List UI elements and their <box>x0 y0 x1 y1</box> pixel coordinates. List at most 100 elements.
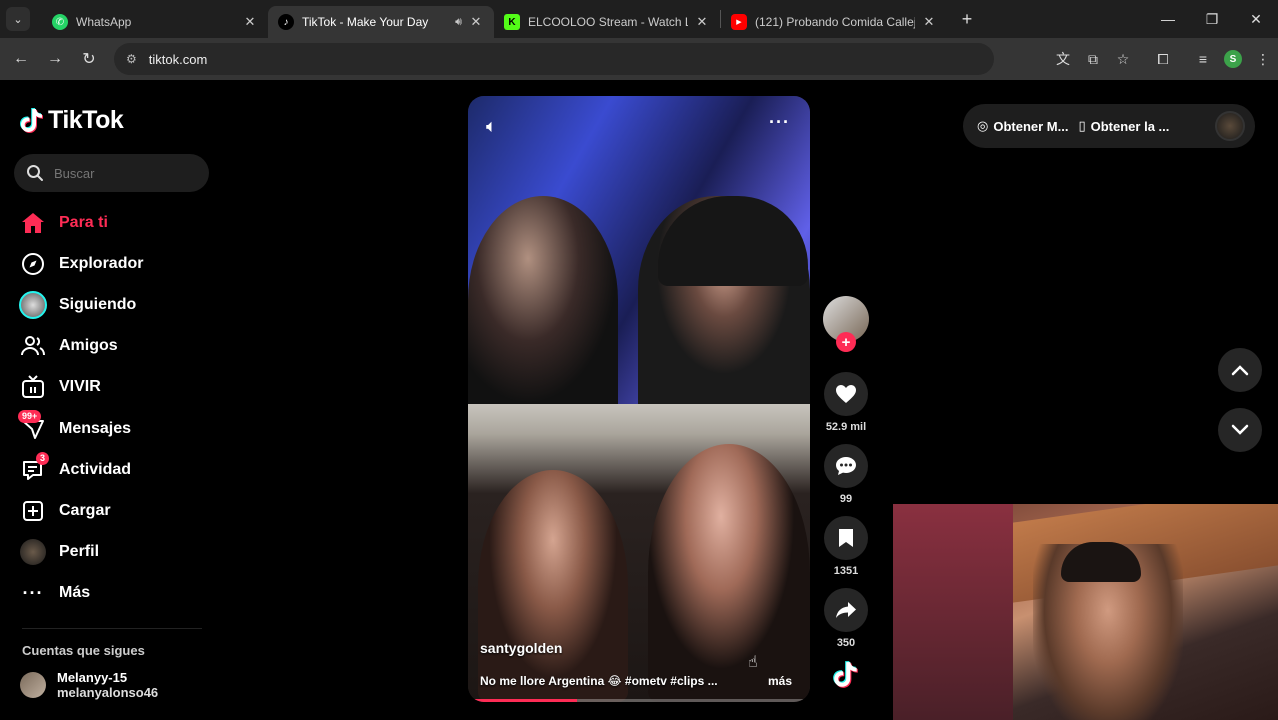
bookmark-icon[interactable] <box>824 516 868 560</box>
url-text: tiktok.com <box>148 51 208 67</box>
messages-icon: 99+ <box>18 409 48 442</box>
translate-icon[interactable]: 文 <box>1048 49 1078 69</box>
top-right-actions: ◎ Obtener M... ▯ Obtener la ... <box>963 104 1255 148</box>
mouse-cursor-icon: ☝ <box>748 654 758 671</box>
sidebar-item-siguiendo[interactable]: Siguiendo <box>18 284 218 325</box>
minimize-icon[interactable]: — <box>1146 0 1190 38</box>
sidebar-item-explorador[interactable]: Explorador <box>18 243 218 284</box>
follow-plus-icon[interactable]: + <box>836 332 856 352</box>
sidebar-item-perfil[interactable]: Perfil <box>18 532 218 573</box>
bookmark-star-icon[interactable]: ☆ <box>1108 51 1138 68</box>
search-input[interactable] <box>54 165 204 181</box>
brand-name: TikTok <box>48 106 124 134</box>
volume-icon[interactable]: 🔈︎ <box>486 116 497 137</box>
user-avatar[interactable] <box>1215 111 1245 141</box>
tab-tiktok[interactable]: ♪ TikTok - Make Your Day 🔊︎ ✕ <box>268 6 494 38</box>
followed-account[interactable]: Melanyy-15 melanyalonso46 <box>20 670 158 700</box>
search-box[interactable] <box>14 154 209 192</box>
sidebar-nav: Para ti Explorador Siguiendo Amigos VIVI… <box>18 202 218 614</box>
video-person <box>468 196 618 404</box>
site-settings-icon[interactable]: ⚙ <box>126 52 137 66</box>
sidebar-item-vivir[interactable]: VIVIR <box>18 367 218 408</box>
sidebar-item-amigos[interactable]: Amigos <box>18 326 218 367</box>
activity-badge: 3 <box>36 451 50 465</box>
maximize-icon[interactable]: ❐ <box>1190 0 1234 38</box>
close-tab-icon[interactable]: ✕ <box>242 14 258 30</box>
sidebar-item-mensajes[interactable]: 99+ Mensajes <box>18 408 218 449</box>
previous-video-button[interactable] <box>1218 348 1262 392</box>
video-frame-bottom <box>468 404 810 702</box>
creator-avatar[interactable]: + <box>823 296 869 352</box>
sound-disc[interactable] <box>822 655 870 695</box>
like-action[interactable]: 52.9 mil <box>822 372 870 435</box>
tab-title: WhatsApp <box>76 15 132 29</box>
upload-icon <box>18 498 48 524</box>
video-progress-bar[interactable] <box>468 699 810 702</box>
get-app-button[interactable]: ▯ Obtener la ... <box>1078 118 1169 134</box>
share-icon[interactable] <box>824 588 868 632</box>
tab-whatsapp[interactable]: ✆ WhatsApp ✕ <box>42 6 268 38</box>
more-options-icon[interactable]: ··· <box>769 112 790 133</box>
close-tab-icon[interactable]: ✕ <box>694 14 710 30</box>
comment-action[interactable]: 99 <box>822 444 870 507</box>
sidebar-item-label: Actividad <box>59 460 132 478</box>
url-field[interactable]: ⚙ tiktok.com <box>114 43 994 75</box>
close-tab-icon[interactable]: ✕ <box>921 14 937 30</box>
sidebar-item-para-ti[interactable]: Para ti <box>18 202 218 243</box>
close-tab-icon[interactable]: ✕ <box>468 14 484 30</box>
save-action[interactable]: 1351 <box>822 516 870 579</box>
tab-title: ELCOOLOO Stream - Watch Live <box>528 15 688 29</box>
sidebar-item-cargar[interactable]: Cargar <box>18 490 218 531</box>
extensions-icon[interactable]: ⧠ <box>1148 51 1178 68</box>
following-accounts-heading: Cuentas que sigues <box>22 643 145 658</box>
tab-youtube[interactable]: ▶ (121) Probando Comida Callejera ✕ <box>721 6 947 38</box>
heart-icon[interactable] <box>824 372 868 416</box>
browser-menu-icon[interactable]: ⋮ <box>1248 51 1278 68</box>
speaker-icon[interactable]: 🔊︎ <box>455 16 462 29</box>
description-more-link[interactable]: más <box>768 674 792 688</box>
forward-icon[interactable]: → <box>38 50 72 68</box>
like-count: 52.9 mil <box>825 421 867 433</box>
search-icon <box>27 165 43 181</box>
new-tab-icon[interactable]: + <box>953 9 981 30</box>
account-avatar <box>20 672 46 698</box>
sidebar-item-mas[interactable]: ··· Más <box>18 573 218 614</box>
share-action[interactable]: 350 <box>822 588 870 651</box>
comment-icon[interactable] <box>824 444 868 488</box>
sidebar-item-label: Explorador <box>59 254 144 272</box>
tiktok-sound-icon[interactable] <box>826 655 866 695</box>
account-display-name: Melanyy-15 <box>57 670 128 685</box>
next-video-button[interactable] <box>1218 408 1262 452</box>
profile-avatar[interactable]: S <box>1224 50 1242 68</box>
friends-icon <box>18 333 48 359</box>
tiktok-logo[interactable]: TikTok <box>20 106 124 135</box>
window-controls: — ❐ ✕ <box>1146 0 1278 38</box>
compass-icon <box>18 251 48 277</box>
tiktok-icon: ♪ <box>278 14 294 30</box>
tab-search-button[interactable]: ⌄ <box>6 7 30 31</box>
cast-icon[interactable]: ⧉ <box>1078 51 1108 68</box>
tab-kick[interactable]: K ELCOOLOO Stream - Watch Live ✕ <box>494 6 720 38</box>
profile-avatar-icon <box>18 539 48 566</box>
reload-icon[interactable]: ↻ <box>72 49 106 69</box>
sidebar-item-label: Más <box>59 584 91 602</box>
video-author[interactable]: santygolden <box>480 640 562 656</box>
account-username: melanyalonso46 <box>57 685 159 700</box>
sidebar-item-label: Amigos <box>59 337 118 355</box>
sidebar-item-label: Siguiendo <box>59 295 137 313</box>
video-progress-fill <box>468 699 578 702</box>
get-coins-button[interactable]: ◎ Obtener M... <box>977 118 1068 134</box>
chevron-up-icon <box>1231 365 1249 376</box>
back-icon[interactable]: ← <box>4 50 38 68</box>
media-controls-icon[interactable]: ≡ <box>1188 51 1218 67</box>
live-tv-icon <box>18 374 48 400</box>
video-description: No me llore Argentina 😂 #ometv #clips ..… <box>480 674 718 688</box>
window-close-icon[interactable]: ✕ <box>1234 0 1278 38</box>
home-icon <box>18 210 48 236</box>
sidebar-item-label: Cargar <box>59 501 111 519</box>
youtube-icon: ▶ <box>731 14 747 30</box>
video-actions: + 52.9 mil 99 1351 350 <box>822 296 870 695</box>
sidebar-item-actividad[interactable]: 3 Actividad <box>18 449 218 490</box>
address-bar-actions: 文 ⧉ ☆ ⧠ ≡ S ⋮ <box>1048 38 1278 80</box>
video-player[interactable]: 🔈︎ ··· santygolden No me llore Argentina… <box>468 96 810 702</box>
